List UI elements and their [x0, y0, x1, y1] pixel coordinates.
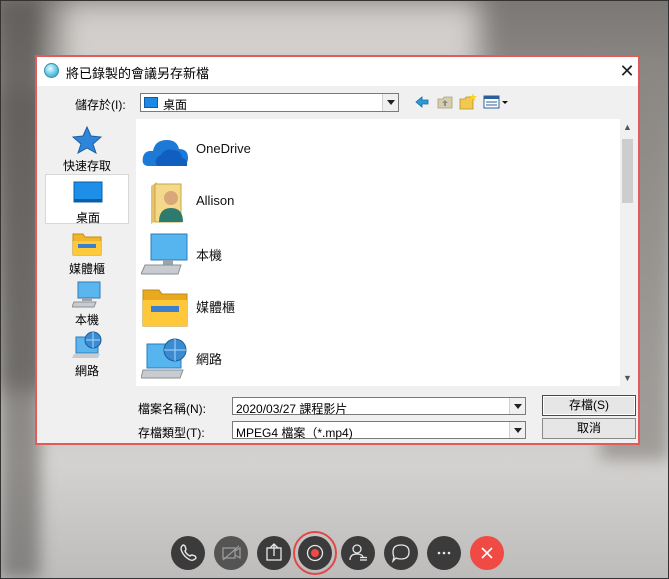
file-name: 網路 — [196, 352, 223, 367]
file-name: 媒體櫃 — [196, 300, 236, 315]
chat-button[interactable] — [384, 536, 418, 570]
end-call-icon — [481, 547, 493, 559]
place-network[interactable]: 網路 — [45, 328, 129, 378]
list-item[interactable]: Allison — [141, 176, 611, 228]
computer-icon — [71, 280, 102, 308]
user-folder-icon — [141, 180, 189, 224]
place-desktop[interactable]: 桌面 — [45, 174, 129, 225]
network-icon — [140, 336, 189, 380]
place-label: 桌面 — [75, 211, 100, 225]
more-button[interactable] — [427, 536, 461, 570]
star-icon — [71, 125, 103, 155]
library-icon — [72, 229, 102, 257]
file-name: OneDrive — [196, 141, 251, 156]
cancel-button[interactable]: 取消 — [542, 418, 636, 439]
network-icon — [72, 331, 102, 359]
cloud-icon — [141, 128, 189, 172]
place-library[interactable]: 媒體櫃 — [45, 226, 129, 276]
library-icon — [141, 284, 189, 328]
close-icon[interactable]: ✕ — [617, 61, 637, 81]
list-item[interactable]: 網路 — [140, 332, 611, 384]
share-icon — [266, 543, 282, 561]
more-icon — [437, 551, 451, 555]
file-list[interactable]: OneDrive Allison 本機 媒體櫃 網路 ▲ ▼ — [136, 119, 635, 386]
list-item[interactable]: 媒體櫃 — [141, 280, 611, 332]
participants-icon — [349, 544, 367, 561]
place-label: 快速存取 — [62, 159, 111, 173]
record-button[interactable] — [298, 536, 332, 570]
new-folder-icon[interactable] — [459, 93, 477, 110]
list-item[interactable]: 本機 — [140, 228, 611, 280]
places-bar: 快速存取 桌面 媒體櫃 本機 網路 — [42, 123, 132, 385]
record-icon — [306, 544, 324, 562]
video-off-icon — [222, 545, 241, 561]
scroll-thumb[interactable] — [622, 139, 633, 203]
video-button[interactable] — [214, 536, 248, 570]
save-button[interactable]: 存檔(S) — [542, 395, 636, 416]
end-call-button[interactable] — [470, 536, 504, 570]
app-icon — [44, 63, 59, 78]
back-arrow-icon[interactable] — [414, 94, 430, 110]
place-label: 本機 — [74, 313, 99, 327]
dialog-titlebar: 將已錄製的會議另存新檔 ✕ — [37, 57, 638, 86]
phone-button[interactable] — [171, 536, 205, 570]
phone-icon — [180, 544, 197, 561]
place-quick-access[interactable]: 快速存取 — [45, 123, 129, 173]
chevron-down-icon[interactable] — [509, 398, 525, 414]
up-folder-icon[interactable] — [437, 94, 453, 110]
place-this-pc[interactable]: 本機 — [45, 277, 129, 327]
filename-field[interactable]: 2020/03/27 課程影片 — [232, 397, 526, 416]
filetype-label: 存檔類型(T): — [138, 426, 205, 440]
filetype-value: MPEG4 檔案（*.mp4) — [236, 426, 353, 440]
desktop-icon — [73, 178, 103, 206]
share-button[interactable] — [257, 536, 291, 570]
filename-value: 2020/03/27 課程影片 — [236, 402, 348, 416]
save-as-dialog: 將已錄製的會議另存新檔 ✕ 儲存於(I): 桌面 快速存取 桌面 媒體櫃 本機 … — [35, 55, 640, 445]
file-name: 本機 — [196, 248, 223, 263]
dialog-title: 將已錄製的會議另存新檔 — [66, 66, 210, 81]
file-name: Allison — [196, 193, 235, 208]
view-menu-icon[interactable] — [483, 94, 509, 110]
save-in-value: 桌面 — [163, 98, 188, 112]
place-label: 媒體櫃 — [68, 262, 105, 276]
chevron-down-icon[interactable] — [509, 422, 525, 438]
save-in-combo[interactable]: 桌面 — [140, 93, 399, 112]
chevron-down-icon[interactable] — [382, 94, 398, 111]
computer-icon — [140, 232, 189, 276]
chat-icon — [391, 544, 410, 564]
filetype-select[interactable]: MPEG4 檔案（*.mp4) — [232, 421, 526, 440]
vertical-scrollbar[interactable]: ▲ ▼ — [620, 119, 635, 386]
scroll-down-icon[interactable]: ▼ — [620, 370, 635, 386]
desktop-icon — [144, 97, 158, 108]
list-item[interactable]: OneDrive — [141, 124, 611, 176]
scroll-up-icon[interactable]: ▲ — [620, 119, 635, 135]
place-label: 網路 — [74, 364, 99, 378]
participants-button[interactable] — [341, 536, 375, 570]
filename-label: 檔案名稱(N): — [138, 402, 206, 416]
save-in-label: 儲存於(I): — [75, 98, 126, 112]
